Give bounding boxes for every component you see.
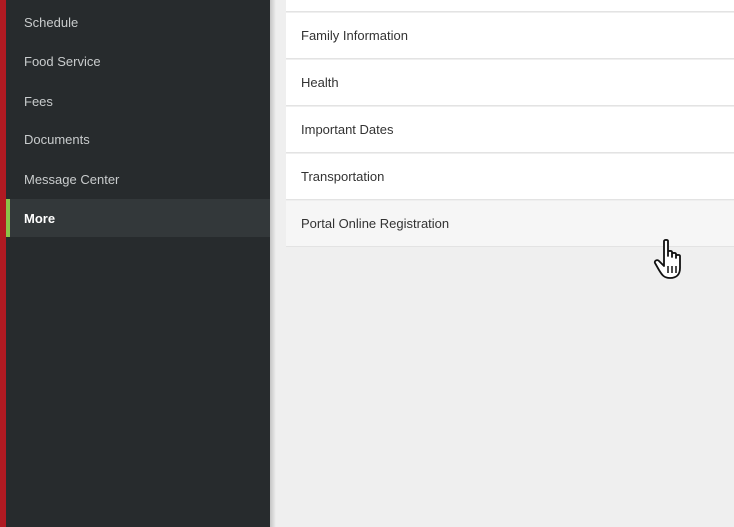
hand-pointer-icon xyxy=(653,238,681,279)
list-item-label: Portal Online Registration xyxy=(301,216,450,231)
list-item-health[interactable]: Health xyxy=(286,60,734,106)
list-item-label: Important Dates xyxy=(301,122,394,137)
sidebar-nav: Schedule Food Service Fees Documents Mes… xyxy=(6,0,270,527)
sidebar-item-more[interactable]: More xyxy=(6,199,270,237)
list-item-family-information[interactable]: Family Information xyxy=(286,13,734,59)
sidebar-item-label: Fees xyxy=(24,93,53,109)
sidebar-item-label: More xyxy=(24,210,56,226)
list-item-important-dates[interactable]: Important Dates xyxy=(286,107,734,153)
sidebar-item-message-center[interactable]: Message Center xyxy=(6,160,270,198)
app-window: Schedule Food Service Fees Documents Mes… xyxy=(0,0,734,527)
list-item-label: Family Information xyxy=(301,28,408,43)
list-top-item-partial xyxy=(286,0,734,12)
sidebar-item-label: Schedule xyxy=(24,14,79,30)
sidebar-item-label: Message Center xyxy=(24,171,120,187)
list-item-label: Transportation xyxy=(301,169,385,184)
list-item-label: Health xyxy=(301,75,339,90)
sidebar-item-food-service[interactable]: Food Service xyxy=(6,42,270,80)
sidebar-item-documents[interactable]: Documents xyxy=(6,120,270,158)
sidebar-shadow xyxy=(270,0,276,527)
list-item-transportation[interactable]: Transportation xyxy=(286,154,734,200)
sidebar-item-schedule[interactable]: Schedule xyxy=(6,3,270,41)
sidebar-item-label: Food Service xyxy=(24,53,101,69)
sidebar-item-fees[interactable]: Fees xyxy=(6,82,270,120)
sidebar-item-label: Documents xyxy=(24,131,90,147)
